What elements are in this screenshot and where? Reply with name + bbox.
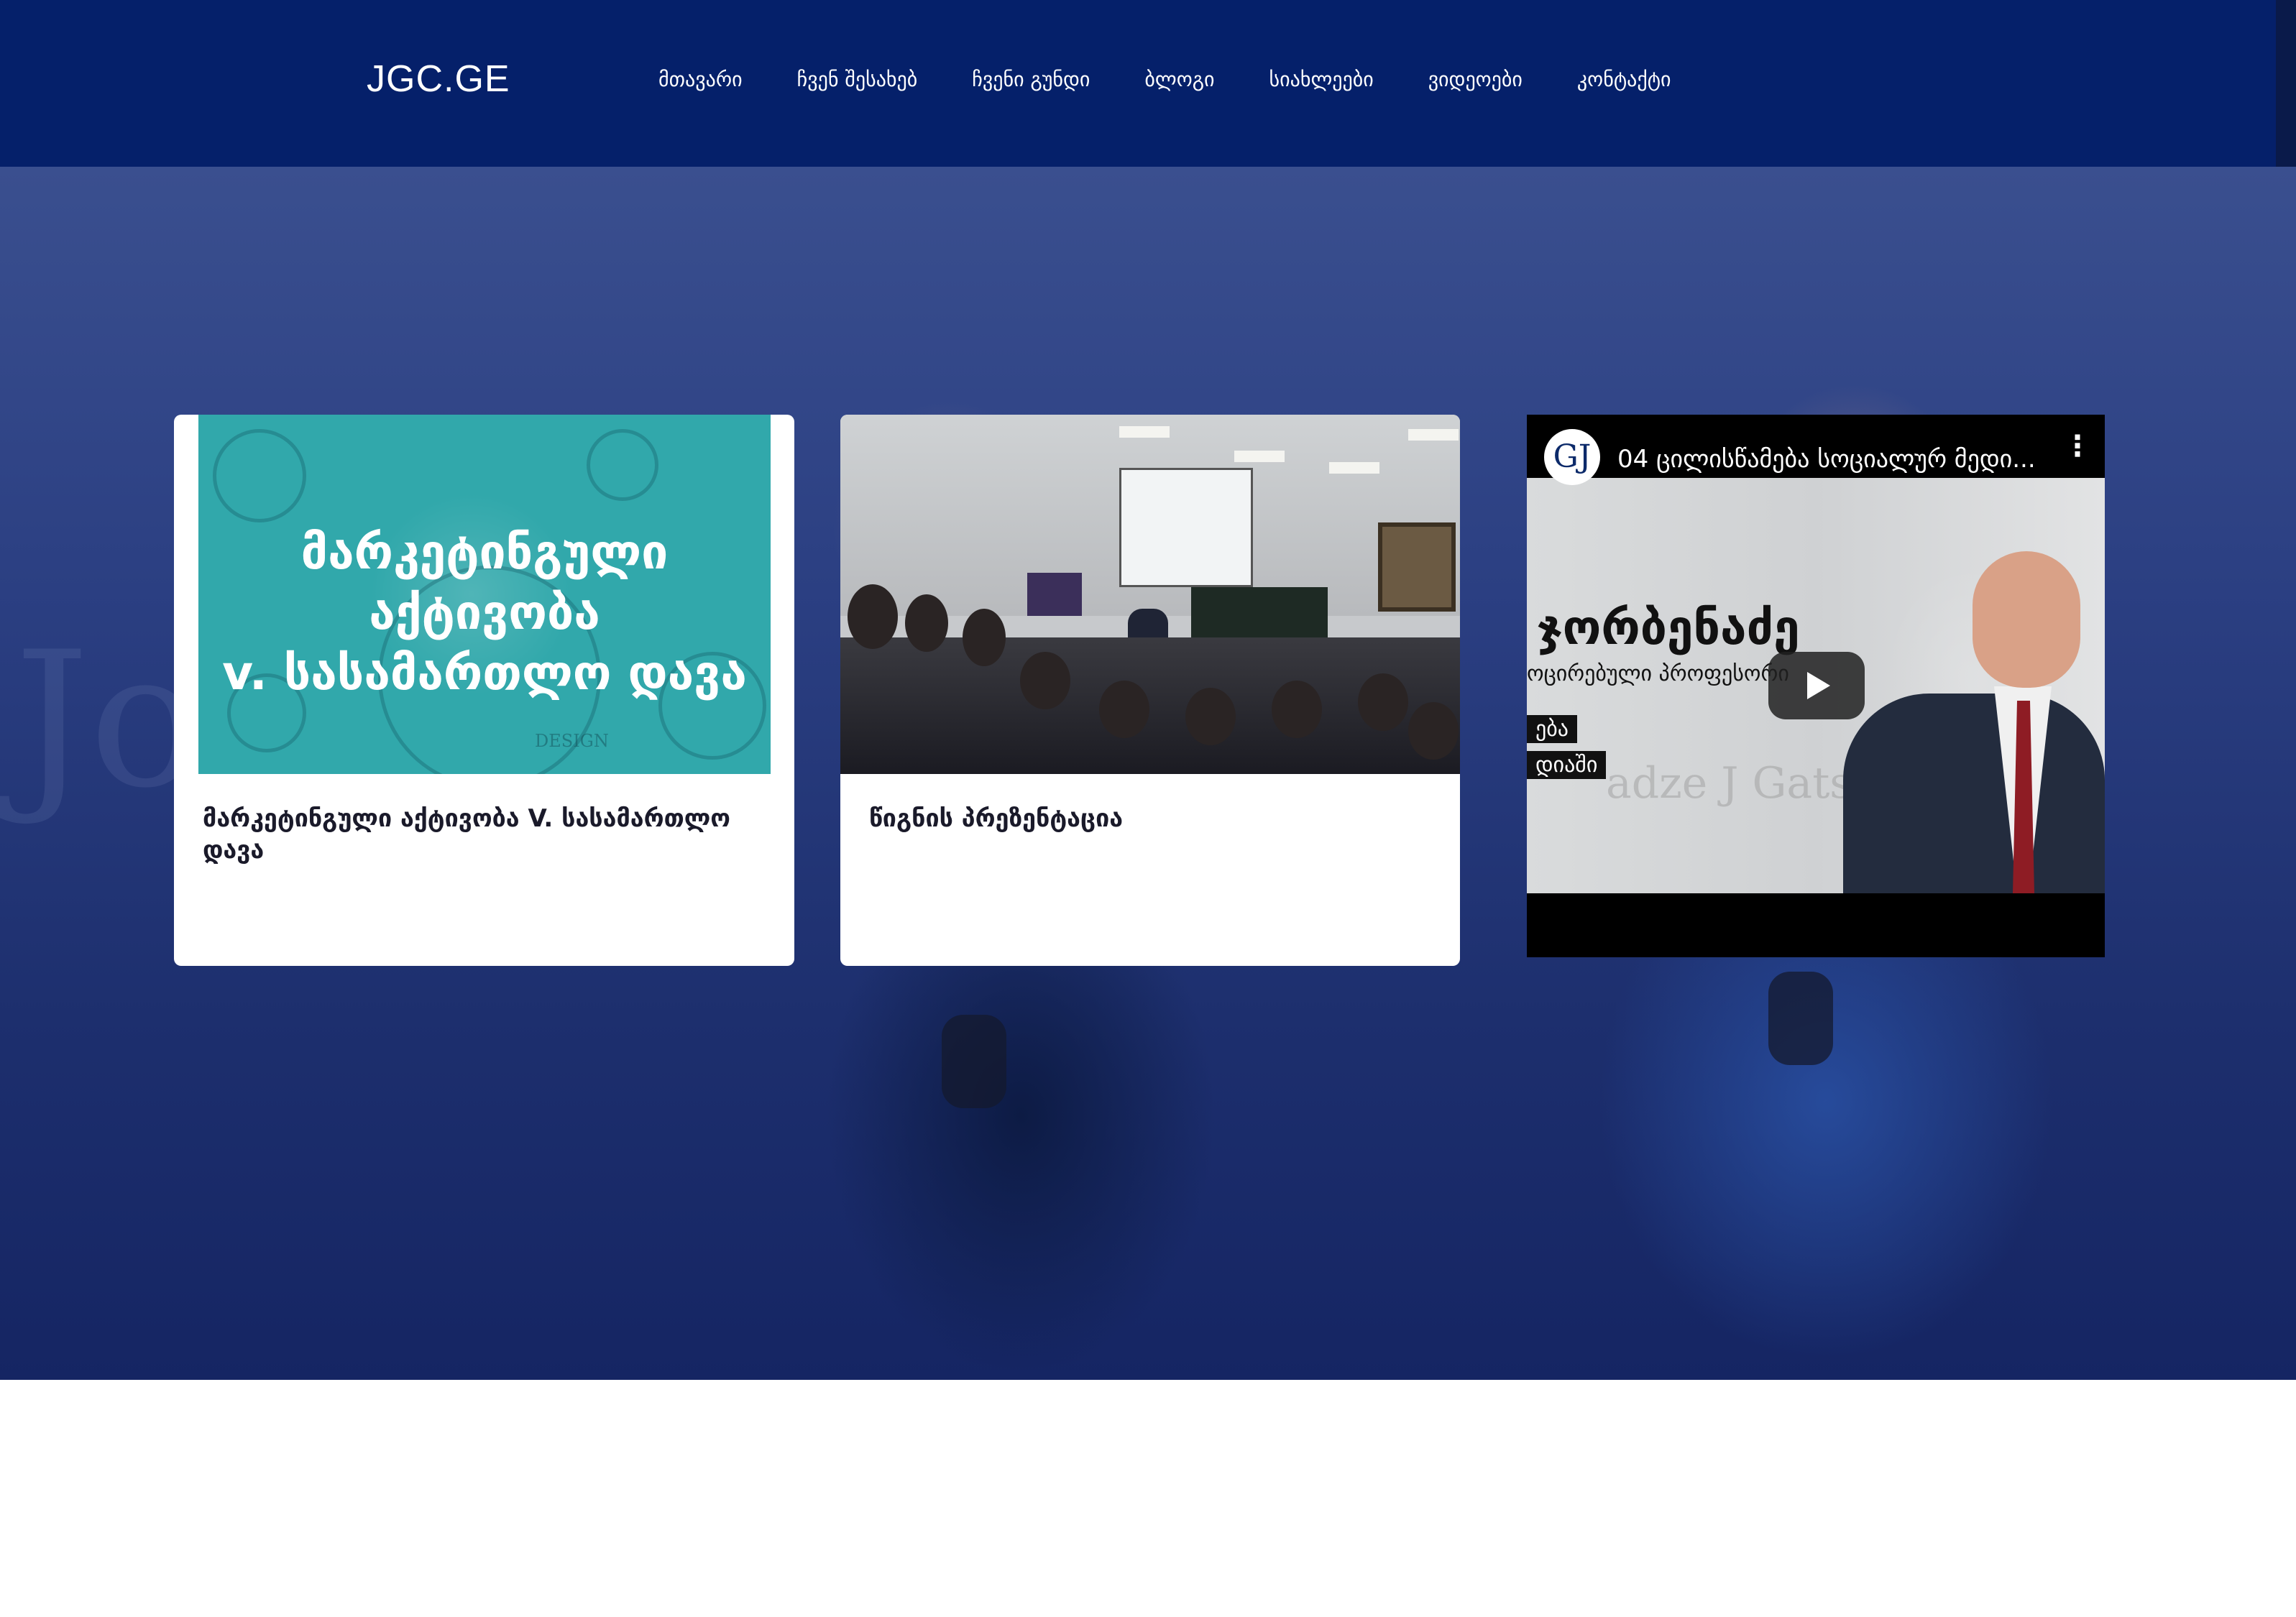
nav-item-contact[interactable]: კონტაქტი	[1577, 68, 1671, 91]
site-logo[interactable]: JGC.GE	[367, 57, 510, 101]
hero-watch-right	[1768, 972, 1833, 1065]
video-title[interactable]: 04 ცილისწამება სოციალურ მედი...	[1617, 445, 2036, 474]
video-overlay-subtitle: ოცირებული პროფესორი	[1527, 661, 1789, 686]
thumbnail-headline-line1: მარკეტინგული აქტივობა	[300, 525, 669, 640]
main-nav: მთავარი ჩვენ შესახებ ჩვენი გუნდი ბლოგი ს…	[658, 68, 1726, 91]
more-options-icon[interactable]: ⋮	[2063, 432, 2092, 461]
nav-item-blog[interactable]: ბლოგი	[1144, 68, 1214, 91]
nav-item-about[interactable]: ჩვენ შესახებ	[797, 68, 918, 91]
post-thumbnail[interactable]	[840, 415, 1460, 774]
post-title[interactable]: მარკეტინგული აქტივობა V. სასამართლო დავა	[203, 803, 766, 866]
video-presenter	[1843, 694, 2105, 893]
marketing-thumbnail-graphic: მარკეტინგული აქტივობა v. სასამართლო დავა…	[198, 415, 771, 774]
play-button-icon[interactable]	[1768, 652, 1865, 719]
thumbnail-caption: DESIGN	[535, 731, 609, 751]
post-thumbnail[interactable]: მარკეტინგული აქტივობა v. სასამართლო დავა…	[174, 415, 794, 774]
presentation-photo	[840, 415, 1460, 774]
video-title-bar: GJ 04 ცილისწამება სოციალურ მედი... ⋮	[1527, 415, 2105, 485]
thumbnail-headline-line2: v. სასამართლო დავა	[222, 645, 747, 701]
nav-item-videos[interactable]: ვიდეოები	[1428, 68, 1523, 91]
video-overlay-name: ჯორბენაძე	[1537, 600, 1800, 655]
video-embed[interactable]: ჯორბენაძე ოცირებული პროფესორი ება დიაში …	[1527, 415, 2105, 957]
site-header: JGC.GE მთავარი ჩვენ შესახებ ჩვენი გუნდი …	[0, 0, 2276, 167]
channel-avatar[interactable]: GJ	[1544, 429, 1600, 485]
hero-watch-left	[942, 1015, 1006, 1108]
post-title[interactable]: წიგნის პრეზენტაცია	[869, 803, 1431, 834]
nav-item-news[interactable]: სიახლეები	[1269, 68, 1374, 91]
nav-item-team[interactable]: ჩვენი გუნდი	[972, 68, 1090, 91]
thumbnail-headline: მარკეტინგული აქტივობა v. სასამართლო დავა	[198, 522, 771, 704]
video-overlay-tag: ება	[1527, 715, 1577, 743]
video-overlay-tag: დიაში	[1527, 751, 1607, 779]
hero-section: Jo მარკეტინგული აქტივობა v. სასამართლო დ…	[0, 167, 2296, 1380]
post-card-book-presentation[interactable]: წიგნის პრეზენტაცია	[840, 415, 1460, 966]
post-card-marketing[interactable]: მარკეტინგული აქტივობა v. სასამართლო დავა…	[174, 415, 794, 966]
nav-item-home[interactable]: მთავარი	[658, 68, 743, 91]
